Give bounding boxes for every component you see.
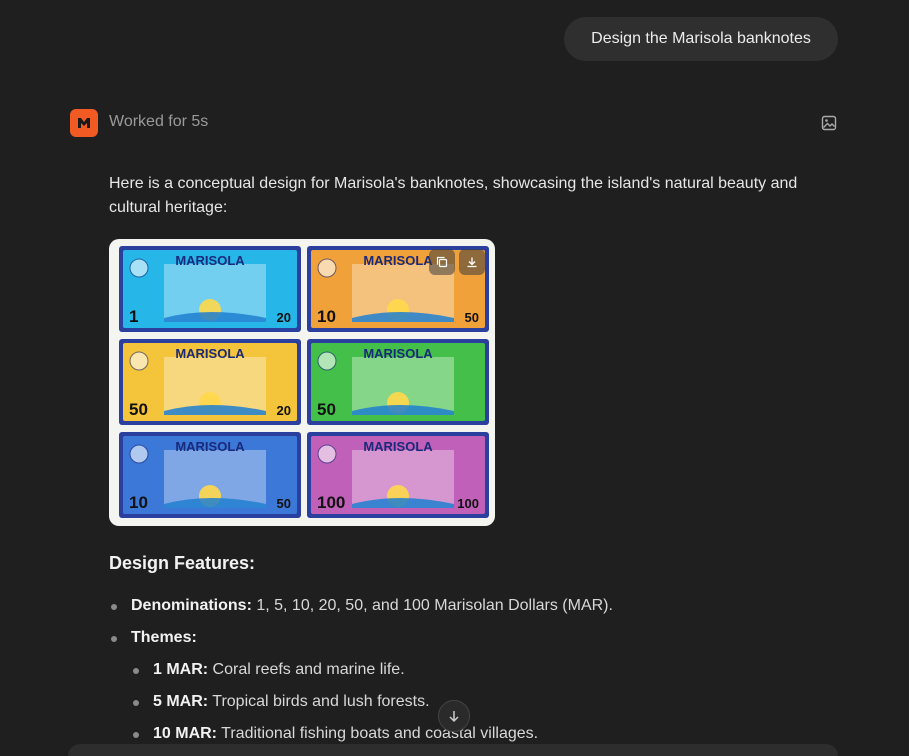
banknote-title: MARISOLA xyxy=(175,439,245,454)
feature-term: Denominations: xyxy=(131,597,252,614)
feature-item: 1 MAR: Coral reefs and marine life. xyxy=(109,658,829,690)
banknote-value-right: 20 xyxy=(277,310,291,325)
banknote-value-left: 1 xyxy=(129,307,138,326)
banknote-title: MARISOLA xyxy=(363,253,433,268)
banknote-value-left: 10 xyxy=(317,307,336,326)
banknote-value-left: 50 xyxy=(129,400,148,419)
feature-list: Denominations: 1, 5, 10, 20, 50, and 100… xyxy=(109,594,829,754)
agent-logo xyxy=(70,109,98,137)
feature-term: Themes: xyxy=(131,629,197,646)
banknotes-illustration: MARISOLA 1 20 MARISOLA 10 50 MARISOLA 50 20 MARIS… xyxy=(119,246,489,518)
user-message-bubble: Design the Marisola banknotes xyxy=(564,17,838,61)
bullet-icon xyxy=(111,636,117,642)
download-image-button[interactable] xyxy=(459,249,485,275)
emblem-icon xyxy=(129,351,149,371)
banknote-title: MARISOLA xyxy=(175,346,245,361)
banknotes-image[interactable]: MARISOLA 1 20 MARISOLA 10 50 MARISOLA 50 20 MARIS… xyxy=(109,239,495,526)
emblem-icon xyxy=(317,258,337,278)
agent-logo-icon xyxy=(78,118,90,128)
banknote-title: MARISOLA xyxy=(363,439,433,454)
emblem-icon xyxy=(317,351,337,371)
download-icon xyxy=(467,257,477,268)
response-intro: Here is a conceptual design for Marisola… xyxy=(109,175,798,216)
banknote-value-left: 50 xyxy=(317,400,336,419)
banknote-value-left: 100 xyxy=(317,493,345,512)
banknote-title: MARISOLA xyxy=(363,346,433,361)
feature-term: 10 MAR: xyxy=(153,725,218,742)
bullet-icon xyxy=(133,668,139,674)
copy-icon xyxy=(436,256,448,268)
banknote-value-right: 50 xyxy=(465,310,479,325)
banknote-value-right: 20 xyxy=(277,403,291,418)
user-message-text: Design the Marisola banknotes xyxy=(591,30,811,47)
emblem-icon xyxy=(317,444,337,464)
feature-text: Coral reefs and marine life. xyxy=(208,661,405,678)
feature-item: Denominations: 1, 5, 10, 20, 50, and 100… xyxy=(109,594,829,626)
emblem-icon xyxy=(129,258,149,278)
feature-item: Themes: xyxy=(109,626,829,658)
design-features-heading: Design Features: xyxy=(109,553,256,573)
banknote-value-left: 10 xyxy=(129,493,148,512)
banknote-title: MARISOLA xyxy=(175,253,245,268)
banknote-value-right: 50 xyxy=(277,496,291,511)
copy-image-button[interactable] xyxy=(429,249,455,275)
message-composer[interactable] xyxy=(68,744,838,756)
bullet-icon xyxy=(133,732,139,738)
emblem-icon xyxy=(129,444,149,464)
arrow-down-icon xyxy=(449,711,459,723)
worked-status[interactable]: Worked for 5s xyxy=(109,113,208,131)
bullet-icon xyxy=(111,604,117,610)
feature-term: 5 MAR: xyxy=(153,693,209,710)
scroll-down-button[interactable] xyxy=(438,700,470,732)
banknote-value-right: 100 xyxy=(457,496,479,511)
feature-text: Traditional fishing boats and coastal vi… xyxy=(217,725,539,742)
bullet-icon xyxy=(133,700,139,706)
feature-term: 1 MAR: xyxy=(153,661,209,678)
image-gallery-icon[interactable] xyxy=(820,114,838,132)
feature-text: 1, 5, 10, 20, 50, and 100 Marisolan Doll… xyxy=(251,597,613,614)
feature-text: Tropical birds and lush forests. xyxy=(208,693,430,710)
